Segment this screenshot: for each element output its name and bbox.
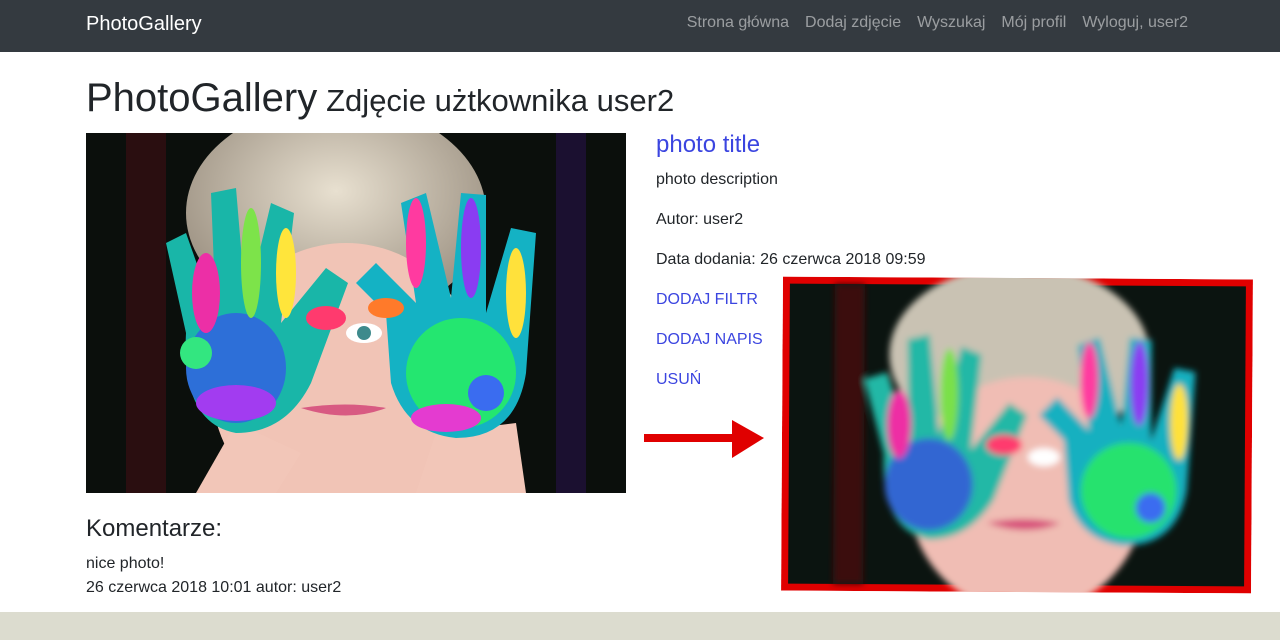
photo-date-added: Data dodania: 26 czerwca 2018 09:59 bbox=[656, 251, 926, 268]
photo-author: Autor: user2 bbox=[656, 211, 744, 228]
nav-link-home[interactable]: Strona główna bbox=[687, 13, 789, 33]
photo-description: photo description bbox=[656, 171, 778, 188]
add-caption-link[interactable]: DODAJ NAPIS bbox=[656, 330, 763, 350]
top-navbar: PhotoGallery Strona główna Dodaj zdjęcie… bbox=[0, 0, 1280, 52]
nav-link-search[interactable]: Wyszukaj bbox=[917, 13, 985, 33]
footer-band bbox=[0, 612, 1280, 640]
navbar-links: Strona główna Dodaj zdjęcie Wyszukaj Mój… bbox=[687, 13, 1188, 33]
comment-text: nice photo! bbox=[86, 555, 165, 572]
comments-heading: Komentarze: bbox=[86, 515, 223, 542]
nav-link-my-profile[interactable]: Mój profil bbox=[1001, 13, 1066, 33]
arrow-right-icon bbox=[640, 414, 766, 471]
add-filter-link[interactable]: DODAJ FILTR bbox=[656, 290, 758, 310]
page-subtitle: Zdjęcie użtkownika user2 bbox=[326, 83, 675, 118]
nav-link-add-photo[interactable]: Dodaj zdjęcie bbox=[805, 13, 901, 33]
comment-meta: 26 czerwca 2018 10:01 autor: user2 bbox=[86, 579, 342, 596]
navbar-brand[interactable]: PhotoGallery bbox=[86, 12, 202, 36]
delete-photo-link[interactable]: USUŃ bbox=[656, 370, 701, 390]
page-title: PhotoGallery Zdjęcie użtkownika user2 bbox=[86, 74, 674, 125]
photo-image[interactable] bbox=[86, 133, 626, 493]
page-title-main: PhotoGallery bbox=[86, 76, 318, 120]
photo-title-link[interactable]: photo title bbox=[656, 130, 760, 160]
nav-link-logout[interactable]: Wyloguj, user2 bbox=[1082, 13, 1188, 33]
filtered-preview-image bbox=[781, 276, 1253, 594]
